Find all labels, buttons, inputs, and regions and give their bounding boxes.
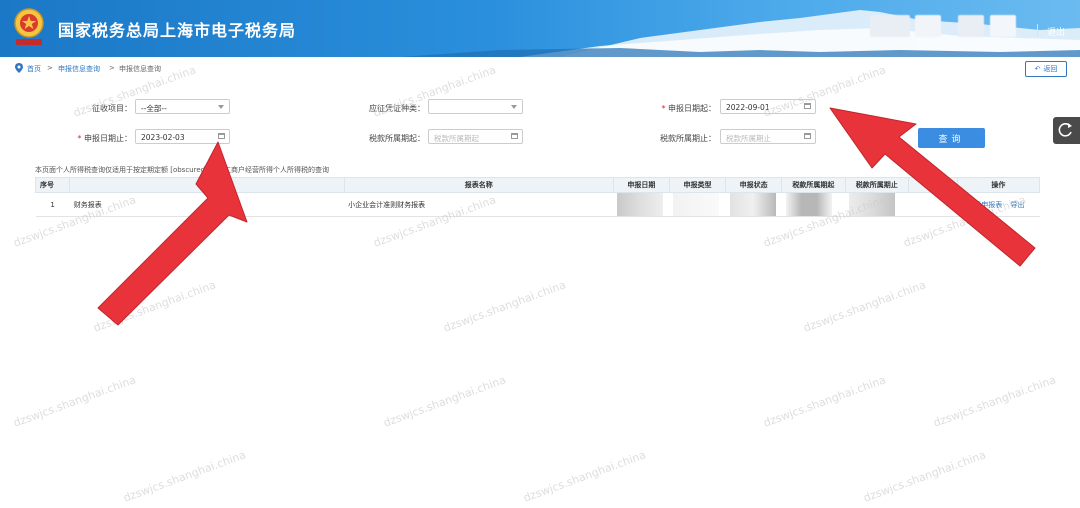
arrow-icon <box>97 141 248 326</box>
annotation-arrows <box>97 107 1036 326</box>
arrow-icon <box>829 107 1036 267</box>
